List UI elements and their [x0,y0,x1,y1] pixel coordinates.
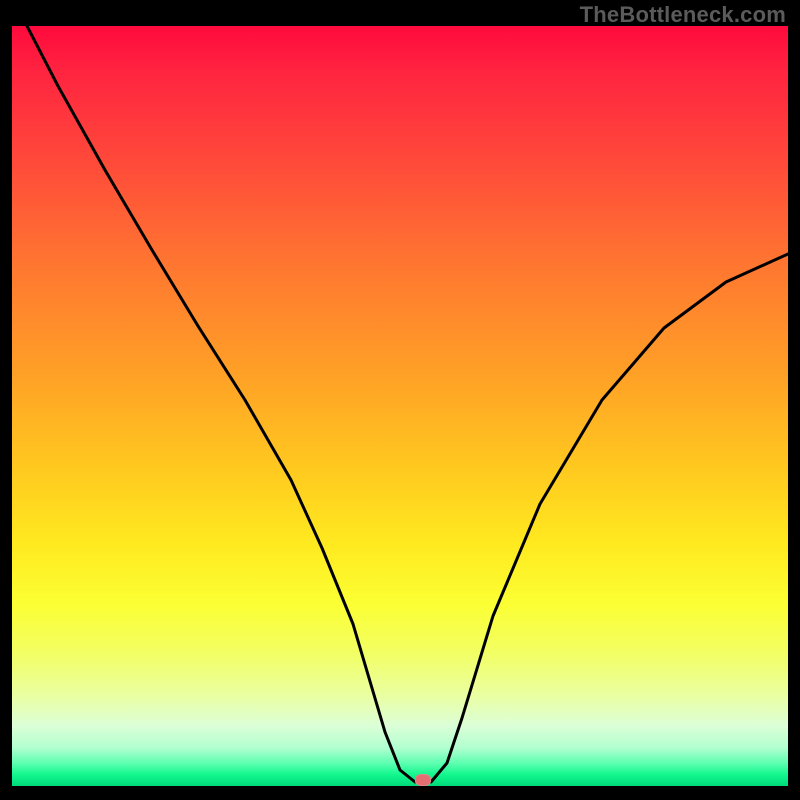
plot-area [12,26,788,786]
curve-path [27,26,788,782]
chart-frame: TheBottleneck.com [0,0,800,800]
watermark-text: TheBottleneck.com [580,2,786,28]
bottleneck-curve [12,26,788,786]
bottleneck-marker [415,774,431,786]
